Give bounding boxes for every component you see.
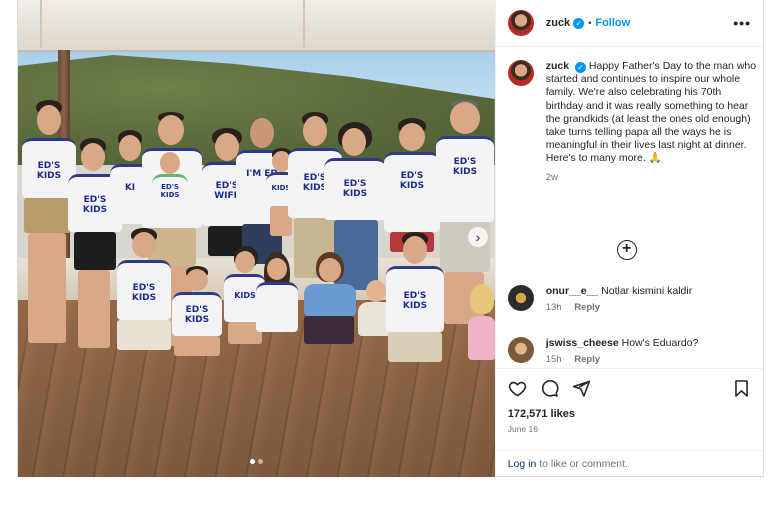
- person: [298, 252, 360, 360]
- share-icon[interactable]: [572, 379, 591, 398]
- post-photo[interactable]: ED'S KIDS ED'S KIDS KI ED'S KIDS ED'S WI…: [18, 0, 495, 477]
- heart-icon[interactable]: [508, 379, 527, 398]
- author-avatar[interactable]: [507, 10, 534, 36]
- login-link[interactable]: Log in: [508, 458, 537, 470]
- chevron-right-icon: ›: [475, 229, 481, 245]
- post-frame: ED'S KIDS ED'S KIDS KI ED'S KIDS ED'S WI…: [17, 0, 764, 477]
- next-slide-button[interactable]: ›: [468, 227, 488, 247]
- comment-username[interactable]: jswiss_cheese: [546, 337, 619, 349]
- person: ED'S KIDS: [170, 266, 224, 362]
- comment-time[interactable]: 15h: [546, 354, 562, 365]
- carousel-dot: [258, 459, 263, 464]
- post-panel: zuck ✓ • Follow ••• zuck ✓ Happy Father'…: [494, 0, 763, 477]
- caption-text: Happy Father's Day to the man who starte…: [545, 60, 757, 165]
- post-date[interactable]: June 16: [496, 420, 763, 434]
- caption-avatar[interactable]: [507, 60, 534, 86]
- person: [466, 284, 495, 374]
- author-username[interactable]: zuck: [546, 17, 570, 29]
- login-prompt-text: to like or comment.: [536, 458, 628, 470]
- caption-time[interactable]: 2w: [546, 172, 758, 183]
- person: ED'S KIDS: [382, 232, 448, 372]
- load-more-comments-button[interactable]: +: [616, 240, 637, 260]
- comment-time[interactable]: 13h: [546, 302, 562, 313]
- caption: zuck ✓ Happy Father's Day to the man who…: [507, 60, 758, 183]
- action-bar: 172,571 likes June 16: [495, 368, 763, 450]
- person: ED'S KIDS: [150, 152, 190, 222]
- comment-avatar[interactable]: [507, 285, 534, 311]
- comment-username[interactable]: onur__e__: [546, 285, 599, 297]
- login-prompt: Log in to like or comment.: [495, 450, 763, 477]
- caption-body: zuck ✓ Happy Father's Day to the man who…: [546, 60, 758, 166]
- person: [254, 252, 300, 352]
- carousel-dot: [250, 459, 255, 464]
- reply-button[interactable]: Reply: [574, 302, 600, 313]
- post-header: zuck ✓ • Follow •••: [495, 0, 763, 47]
- more-options-icon[interactable]: •••: [733, 15, 751, 31]
- person: ED'S KIDS: [113, 228, 173, 358]
- plus-circle-icon: +: [622, 240, 632, 257]
- comment-icon[interactable]: [540, 379, 559, 398]
- verified-badge-icon: ✓: [574, 62, 586, 73]
- comment-text: How's Eduardo?: [621, 337, 699, 349]
- caption-username[interactable]: zuck: [546, 60, 569, 72]
- verified-badge-icon: ✓: [573, 17, 585, 29]
- likes-count[interactable]: 172,571 likes: [496, 398, 763, 420]
- comment-text: Notlar kismini kaldir: [601, 285, 693, 297]
- carousel-dots: [250, 459, 263, 464]
- comment-item: jswiss_cheese How's Eduardo? 15h Reply: [507, 337, 758, 365]
- separator-dot: •: [588, 18, 592, 28]
- bookmark-icon[interactable]: [732, 379, 751, 398]
- follow-button[interactable]: Follow: [595, 17, 630, 29]
- comment-avatar[interactable]: [507, 337, 534, 363]
- comment-item: onur__e__ Notlar kismini kaldir 13h Repl…: [507, 285, 758, 313]
- reply-button[interactable]: Reply: [574, 354, 600, 365]
- photo-awning: [18, 0, 495, 52]
